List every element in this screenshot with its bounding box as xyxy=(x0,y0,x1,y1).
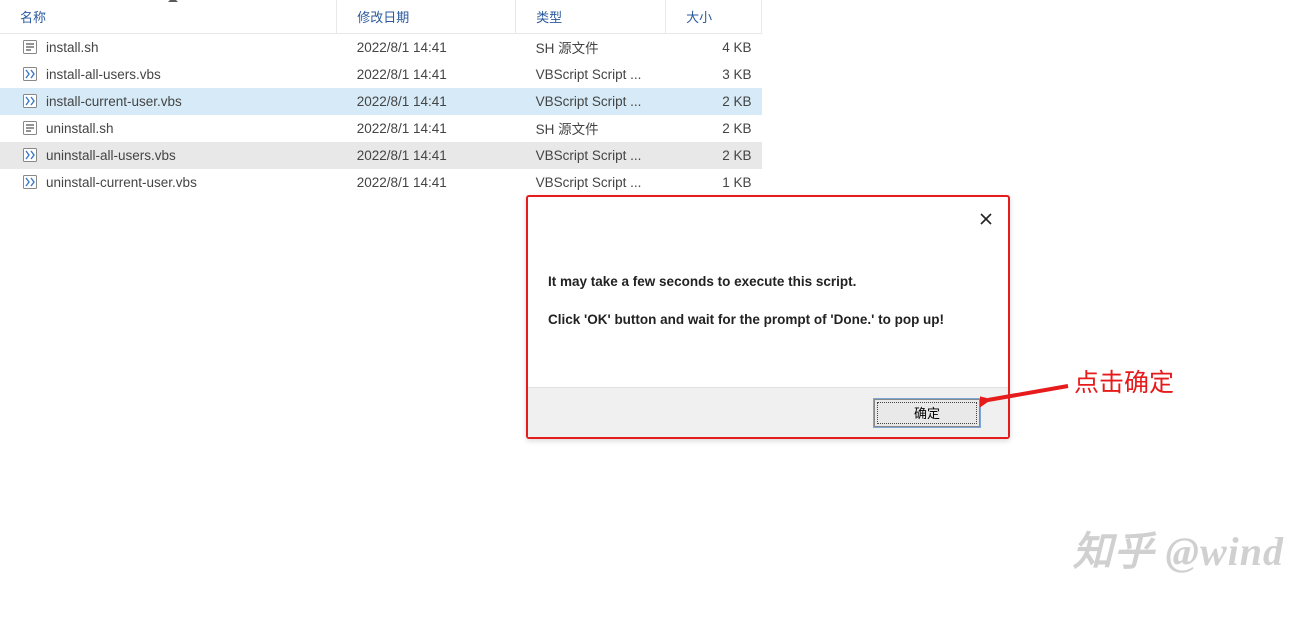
file-row[interactable]: install-all-users.vbs 2022/8/1 14:41VBScr… xyxy=(0,61,762,88)
dialog-footer: 确定 xyxy=(528,387,1008,437)
file-name: install-current-user.vbs xyxy=(46,94,182,109)
column-name[interactable]: 名称 xyxy=(0,0,337,34)
file-name: uninstall.sh xyxy=(46,121,114,136)
column-name-label: 名称 xyxy=(20,10,46,25)
column-date[interactable]: 修改日期 xyxy=(337,0,516,34)
file-row[interactable]: install-current-user.vbs 2022/8/1 14:41VB… xyxy=(0,88,762,115)
file-name-cell: install.sh xyxy=(0,34,337,61)
file-name: install.sh xyxy=(46,40,99,55)
file-date: 2022/8/1 14:41 xyxy=(337,142,516,169)
file-date: 2022/8/1 14:41 xyxy=(337,34,516,61)
file-type: SH 源文件 xyxy=(516,115,666,142)
file-date: 2022/8/1 14:41 xyxy=(337,88,516,115)
sort-ascending-icon xyxy=(168,0,178,2)
column-size-label: 大小 xyxy=(686,10,712,25)
file-name-cell: install-current-user.vbs xyxy=(0,88,337,115)
file-size: 3 KB xyxy=(666,61,762,88)
annotation-text: 点击确定 xyxy=(1074,363,1174,399)
file-name-cell: uninstall-current-user.vbs xyxy=(0,169,337,196)
column-type[interactable]: 类型 xyxy=(516,0,666,34)
file-row[interactable]: uninstall.sh 2022/8/1 14:41SH 源文件2 KB xyxy=(0,115,762,142)
file-row[interactable]: uninstall-current-user.vbs 2022/8/1 14:41… xyxy=(0,169,762,196)
file-size: 2 KB xyxy=(666,115,762,142)
file-date: 2022/8/1 14:41 xyxy=(337,169,516,196)
file-size: 2 KB xyxy=(666,88,762,115)
close-button[interactable] xyxy=(974,207,998,231)
dialog-message-2: Click 'OK' button and wait for the promp… xyxy=(548,310,988,330)
file-name: uninstall-all-users.vbs xyxy=(46,148,176,163)
script-confirm-dialog: It may take a few seconds to execute thi… xyxy=(526,195,1010,439)
vbs-file-icon xyxy=(22,174,38,190)
column-header-row: 名称 修改日期 类型 大小 xyxy=(0,0,762,34)
vbs-file-icon xyxy=(22,93,38,109)
file-type: VBScript Script ... xyxy=(516,88,666,115)
file-type: SH 源文件 xyxy=(516,34,666,61)
dialog-body: It may take a few seconds to execute thi… xyxy=(528,197,1008,331)
file-list-table: 名称 修改日期 类型 大小 install.sh2022/8/1 14:41SH… xyxy=(0,0,762,196)
file-date: 2022/8/1 14:41 xyxy=(337,61,516,88)
column-size[interactable]: 大小 xyxy=(666,0,762,34)
file-name-cell: uninstall.sh xyxy=(0,115,337,142)
file-type: VBScript Script ... xyxy=(516,61,666,88)
file-size: 4 KB xyxy=(666,34,762,61)
sh-file-icon xyxy=(22,39,38,55)
file-type: VBScript Script ... xyxy=(516,169,666,196)
watermark: 知乎 @wind xyxy=(1073,519,1284,577)
file-name: install-all-users.vbs xyxy=(46,67,161,82)
file-type: VBScript Script ... xyxy=(516,142,666,169)
annotation-arrow-icon xyxy=(980,378,1070,412)
file-name-cell: uninstall-all-users.vbs xyxy=(0,142,337,169)
vbs-file-icon xyxy=(22,147,38,163)
column-type-label: 类型 xyxy=(536,10,562,25)
ok-button[interactable]: 确定 xyxy=(874,399,980,427)
file-row[interactable]: uninstall-all-users.vbs 2022/8/1 14:41VBS… xyxy=(0,142,762,169)
file-name: uninstall-current-user.vbs xyxy=(46,175,197,190)
file-size: 2 KB xyxy=(666,142,762,169)
file-row[interactable]: install.sh 2022/8/1 14:41SH 源文件4 KB xyxy=(0,34,762,61)
file-name-cell: install-all-users.vbs xyxy=(0,61,337,88)
file-date: 2022/8/1 14:41 xyxy=(337,115,516,142)
close-icon xyxy=(979,212,993,226)
vbs-file-icon xyxy=(22,66,38,82)
dialog-message-1: It may take a few seconds to execute thi… xyxy=(548,272,988,292)
file-size: 1 KB xyxy=(666,169,762,196)
column-date-label: 修改日期 xyxy=(357,10,409,25)
sh-file-icon xyxy=(22,120,38,136)
